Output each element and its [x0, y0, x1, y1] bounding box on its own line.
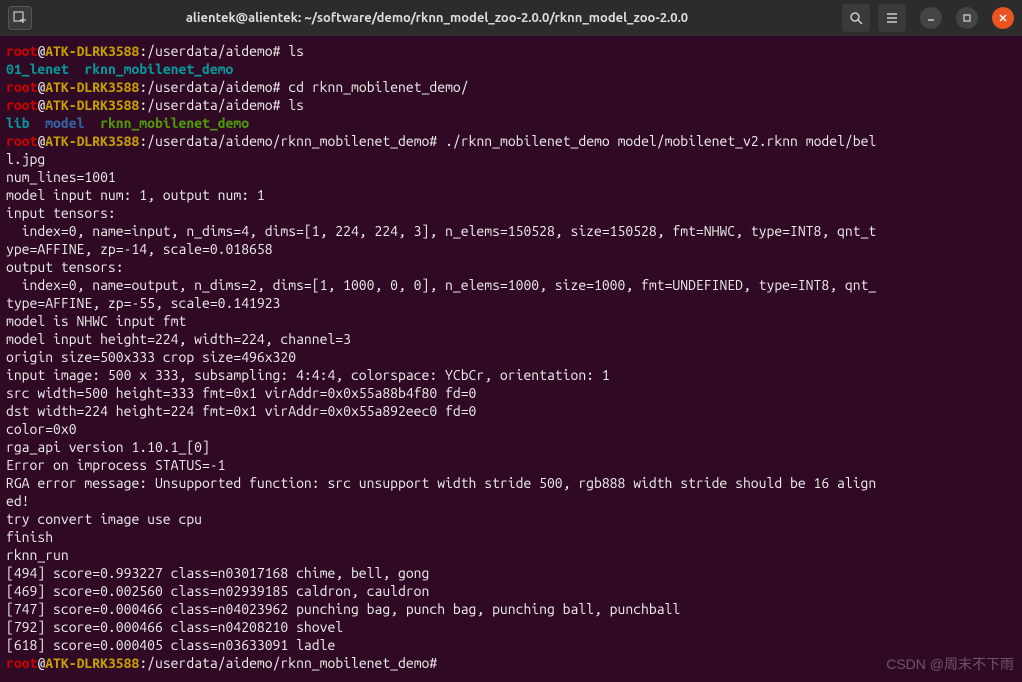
output-line: [747] score=0.000466 class=n04023962 pun…	[6, 601, 680, 617]
output-line: index=0, name=output, n_dims=2, dims=[1,…	[6, 277, 876, 293]
output-line: dst width=224 height=224 fmt=0x1 virAddr…	[6, 403, 476, 419]
output-line: [469] score=0.002560 class=n02939185 cal…	[6, 583, 429, 599]
output-line: [792] score=0.000466 class=n04208210 sho…	[6, 619, 343, 635]
output-line: model is NHWC input fmt	[6, 313, 186, 329]
output-line: Error on improcess STATUS=-1	[6, 457, 226, 473]
ls-output-item: rknn_mobilenet_demo	[100, 115, 249, 131]
output-line: model input height=224, width=224, chann…	[6, 331, 351, 347]
output-line: [494] score=0.993227 class=n03017168 chi…	[6, 565, 429, 581]
minimize-button[interactable]	[920, 7, 942, 29]
output-line: l.jpg	[6, 151, 45, 167]
output-line: [618] score=0.000405 class=n03633091 lad…	[6, 637, 335, 653]
output-line: color=0x0	[6, 421, 77, 437]
output-line: finish	[6, 529, 53, 545]
output-line: RGA error message: Unsupported function:…	[6, 475, 876, 491]
window-title: alientek@alientek: ~/software/demo/rknn_…	[40, 11, 834, 25]
close-button[interactable]	[992, 7, 1014, 29]
output-line: type=AFFINE, zp=-55, scale=0.141923	[6, 295, 280, 311]
output-line: rknn_run	[6, 547, 69, 563]
ls-output-item: model	[45, 115, 84, 131]
ls-output-item: 01_lenet	[6, 61, 69, 77]
search-button[interactable]	[842, 4, 870, 32]
terminal-output[interactable]: root@ATK-DLRK3588:/userdata/aidemo# ls 0…	[0, 36, 1022, 682]
ls-output-item: lib	[6, 115, 30, 131]
new-tab-icon[interactable]	[8, 6, 32, 30]
maximize-button[interactable]	[956, 7, 978, 29]
output-line: input tensors:	[6, 205, 116, 221]
command: ls	[288, 43, 304, 59]
prompt-host: ATK-DLRK3588	[45, 43, 139, 59]
command: ls	[288, 97, 304, 113]
command: cd rknn_mobilenet_demo/	[288, 79, 468, 95]
prompt-user: root	[6, 43, 37, 59]
output-line: origin size=500x333 crop size=496x320	[6, 349, 296, 365]
output-line: try convert image use cpu	[6, 511, 202, 527]
titlebar: alientek@alientek: ~/software/demo/rknn_…	[0, 0, 1022, 36]
hamburger-menu-button[interactable]	[878, 4, 906, 32]
prompt-path: /userdata/aidemo	[147, 43, 272, 59]
output-line: output tensors:	[6, 259, 124, 275]
ls-output-item: rknn_mobilenet_demo	[84, 61, 233, 77]
output-line: ype=AFFINE, zp=-14, scale=0.018658	[6, 241, 273, 257]
output-line: rga_api version 1.10.1_[0]	[6, 439, 210, 455]
output-line: model input num: 1, output num: 1	[6, 187, 265, 203]
output-line: num_lines=1001	[6, 169, 116, 185]
output-line: src width=500 height=333 fmt=0x1 virAddr…	[6, 385, 476, 401]
output-line: input image: 500 x 333, subsampling: 4:4…	[6, 367, 610, 383]
command: ./rknn_mobilenet_demo model/mobilenet_v2…	[445, 133, 876, 149]
output-line: ed!	[6, 493, 30, 509]
output-line: index=0, name=input, n_dims=4, dims=[1, …	[6, 223, 876, 239]
